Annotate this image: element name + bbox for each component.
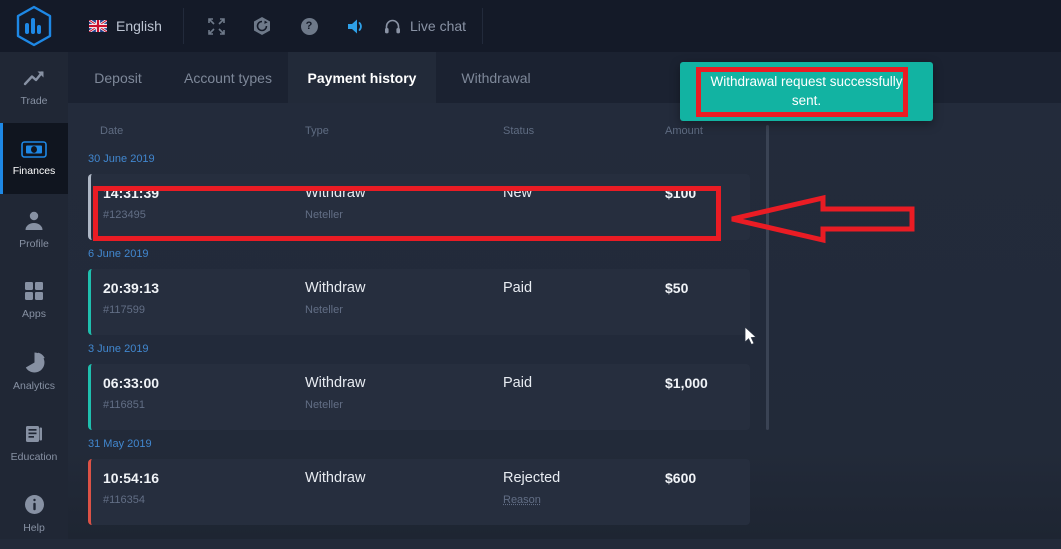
sidebar-item-label: Help — [23, 522, 45, 534]
row-id: #116354 — [103, 494, 305, 506]
table-row[interactable]: 20:39:13 #117599 Withdraw Neteller Paid … — [88, 269, 750, 335]
row-type: Withdraw — [305, 375, 503, 391]
help-button[interactable]: ? — [296, 0, 322, 52]
tab-payment-history[interactable]: Payment history — [288, 52, 436, 103]
row-id: #117599 — [103, 304, 305, 316]
row-id: #116851 — [103, 399, 305, 411]
app-logo[interactable] — [12, 4, 56, 48]
sidebar-nav: Trade Finances Profile Apps Analytics — [0, 52, 68, 539]
topbar-divider — [482, 8, 483, 44]
book-icon — [24, 423, 44, 444]
col-header-status: Status — [503, 125, 665, 137]
sound-button[interactable] — [343, 0, 369, 52]
trend-up-icon — [23, 68, 45, 88]
sidebar-item-analytics[interactable]: Analytics — [0, 336, 68, 407]
topbar-divider — [183, 8, 184, 44]
apps-grid-icon — [24, 281, 44, 301]
sidebar-item-apps[interactable]: Apps — [0, 265, 68, 336]
banknote-icon — [21, 141, 47, 158]
language-selector[interactable]: English — [89, 0, 162, 52]
row-status: Paid — [503, 280, 665, 296]
fullscreen-icon — [208, 18, 225, 35]
row-method: Neteller — [305, 304, 503, 316]
info-icon — [24, 494, 45, 515]
sidebar-item-finances[interactable]: Finances — [0, 123, 68, 194]
row-type: Withdraw — [305, 280, 503, 296]
pie-chart-icon — [24, 352, 45, 373]
row-time: 06:33:00 — [103, 375, 305, 391]
col-header-date: Date — [100, 125, 305, 137]
table-header: Date Type Status Amount — [100, 125, 1061, 137]
annotation-arrow-left — [726, 190, 918, 246]
headset-icon — [384, 18, 401, 35]
sidebar-item-profile[interactable]: Profile — [0, 194, 68, 265]
col-header-amount: Amount — [665, 125, 1061, 137]
person-icon — [23, 210, 45, 231]
tab-account-types[interactable]: Account types — [168, 52, 288, 103]
row-method: Neteller — [305, 399, 503, 411]
sidebar-item-label: Apps — [22, 308, 46, 320]
tournament-hexagon-icon — [252, 16, 272, 36]
sidebar-item-trade[interactable]: Trade — [0, 52, 68, 123]
logo-hexagon-chart-icon — [15, 5, 53, 47]
mouse-cursor — [744, 326, 758, 346]
annotation-rect-toast — [696, 67, 908, 117]
tab-deposit[interactable]: Deposit — [68, 52, 168, 103]
table-row[interactable]: 10:54:16 #116354 Withdraw Rejected Reaso… — [88, 459, 750, 525]
sidebar-item-education[interactable]: Education — [0, 407, 68, 478]
table-row[interactable]: 06:33:00 #116851 Withdraw Neteller Paid … — [88, 364, 750, 430]
sidebar-item-label: Education — [11, 451, 58, 463]
row-amount: $600 — [665, 470, 750, 486]
sound-icon — [347, 18, 366, 35]
language-label: English — [116, 18, 162, 34]
fullscreen-button[interactable] — [203, 0, 229, 52]
top-bar: English ? — [0, 0, 1061, 52]
vertical-scrollbar[interactable] — [766, 125, 769, 430]
date-group-label: 30 June 2019 — [88, 153, 1061, 165]
row-amount: $1,000 — [665, 375, 750, 391]
row-time: 10:54:16 — [103, 470, 305, 486]
date-group-label: 3 June 2019 — [88, 343, 1061, 355]
date-group-label: 31 May 2019 — [88, 438, 1061, 450]
row-status: Rejected — [503, 470, 665, 486]
live-chat-label: Live chat — [410, 18, 466, 34]
sidebar-item-label: Profile — [19, 238, 49, 250]
help-icon: ? — [301, 18, 318, 35]
row-amount: $50 — [665, 280, 750, 296]
annotation-rect-row — [93, 186, 721, 241]
sidebar-item-label: Analytics — [13, 380, 55, 392]
col-header-type: Type — [305, 125, 503, 137]
row-type: Withdraw — [305, 470, 503, 486]
sidebar-item-label: Finances — [13, 165, 56, 177]
live-chat-button[interactable]: Live chat — [384, 0, 466, 52]
row-time: 20:39:13 — [103, 280, 305, 296]
tab-withdrawal[interactable]: Withdrawal — [436, 52, 556, 103]
sidebar-item-label: Trade — [20, 95, 47, 107]
row-status: Paid — [503, 375, 665, 391]
sidebar-item-help[interactable]: Help — [0, 478, 68, 549]
tournaments-button[interactable] — [249, 0, 275, 52]
date-group-label: 6 June 2019 — [88, 248, 1061, 260]
payment-history-panel: Date Type Status Amount 30 June 2019 14:… — [68, 103, 1061, 539]
reason-link[interactable]: Reason — [503, 494, 541, 506]
uk-flag-icon — [89, 20, 107, 32]
